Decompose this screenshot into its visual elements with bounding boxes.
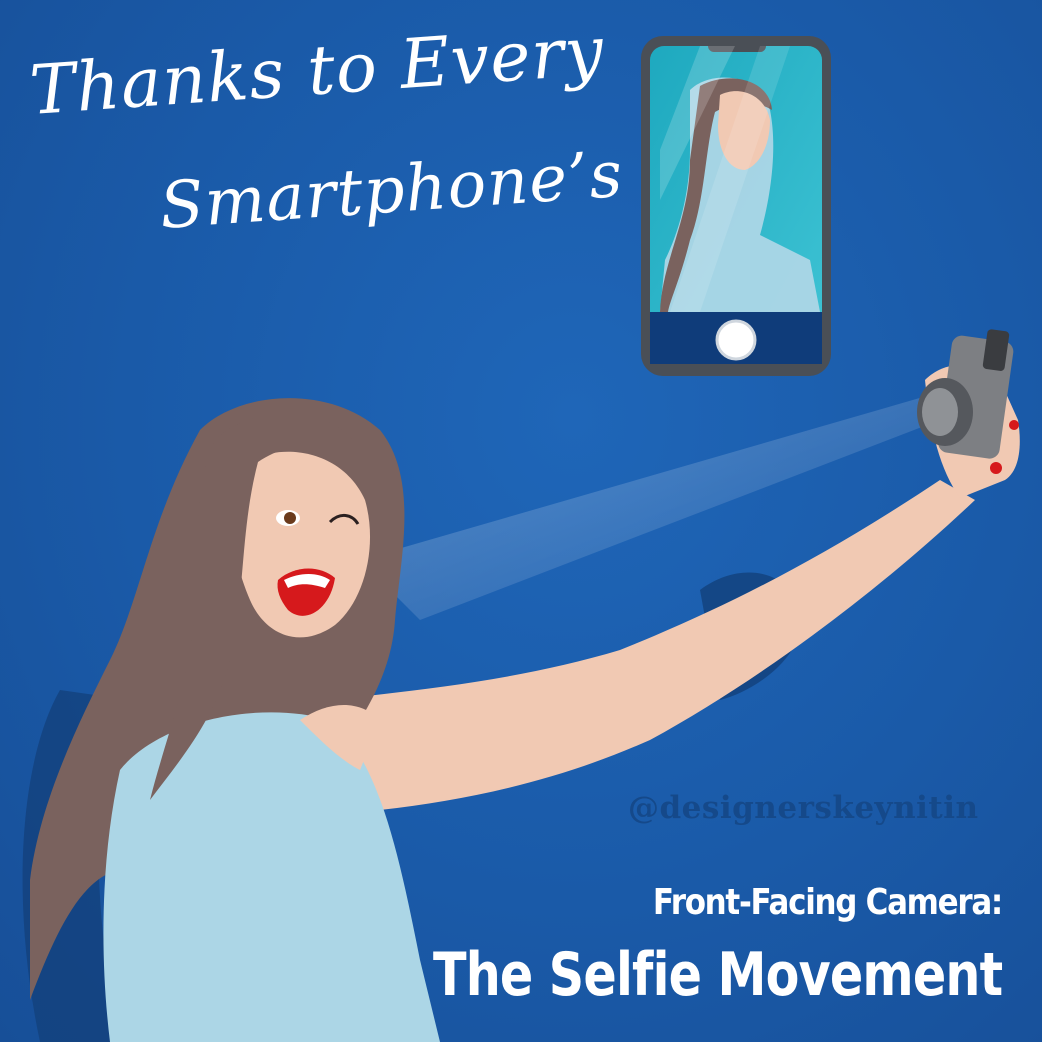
headline-title: The Selfie Movement [432, 940, 1003, 1010]
watermark-handle: @designerskeynitin [628, 790, 979, 826]
shutter-button-icon [715, 319, 757, 361]
camera-in-hand [917, 329, 1014, 459]
smartphone-screen-preview [641, 36, 831, 376]
subtitle: Front-Facing Camera: [652, 882, 1003, 923]
fingernail [1009, 420, 1019, 430]
fingernail [990, 462, 1002, 474]
selfie-poster: Thanks to Every Smartphone’s @designersk… [0, 0, 1042, 1042]
eye-iris [284, 512, 296, 524]
